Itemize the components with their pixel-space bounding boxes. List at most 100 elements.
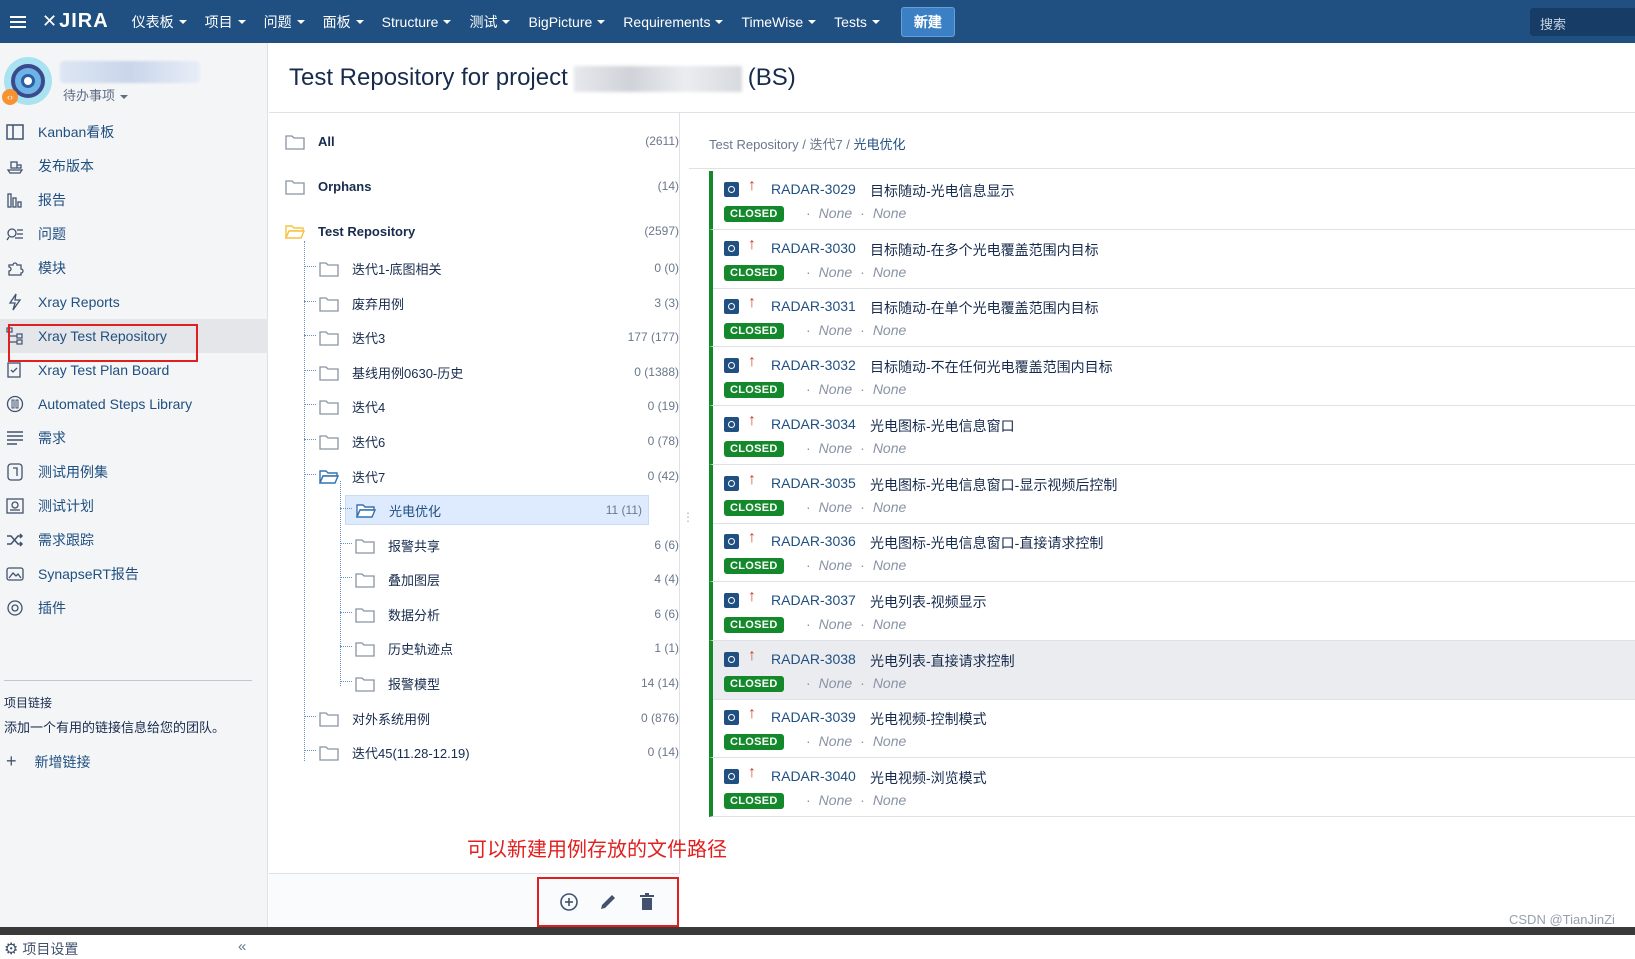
tree-folder-label: 光电优化 xyxy=(389,503,442,519)
tree-folder[interactable]: 报警共享 6 (6) xyxy=(355,530,685,560)
sidebar-item-synapsert-reports[interactable]: SynapseRT报告 xyxy=(0,557,268,591)
breadcrumb-root[interactable]: Test Repository xyxy=(709,137,799,152)
add-link-button[interactable]: + 新增链接 xyxy=(6,751,91,772)
nav-tests[interactable]: Tests xyxy=(825,0,889,43)
tree-folder-orphans[interactable]: Orphans (14) xyxy=(285,171,685,201)
tree-guide-line xyxy=(304,266,316,267)
add-folder-icon[interactable] xyxy=(557,890,581,914)
sidebar-item-addons[interactable]: 插件 xyxy=(0,591,268,625)
issue-key-link[interactable]: RADAR-3030 xyxy=(771,240,856,256)
jira-logo[interactable]: ✕ JIRA xyxy=(42,10,109,33)
nav-test[interactable]: 测试 xyxy=(460,0,519,43)
tree-folder-selected[interactable]: 光电优化 11 (11) xyxy=(345,495,649,525)
project-board-selector[interactable]: 待办事项 xyxy=(63,85,129,104)
issue-key-link[interactable]: RADAR-3029 xyxy=(771,181,856,197)
tree-folder-count: 14 (14) xyxy=(640,676,679,690)
tree-folder[interactable]: 迭代3 177 (177) xyxy=(319,322,685,352)
issue-key-link[interactable]: RADAR-3036 xyxy=(771,533,856,549)
issue-key-link[interactable]: RADAR-3031 xyxy=(771,298,856,314)
issue-meta: · None · None xyxy=(806,615,907,632)
test-list-item[interactable]: ↑ RADAR-3029 目标随动-光电信息显示 CLOSED · None · None xyxy=(709,171,1635,230)
nav-structure[interactable]: Structure xyxy=(373,0,461,43)
nav-requirements[interactable]: Requirements xyxy=(614,0,732,43)
project-avatar[interactable]: ‹› xyxy=(2,57,52,105)
nav-timewise[interactable]: TimeWise xyxy=(732,0,825,43)
tree-folder[interactable]: 迭代6 0 (78) xyxy=(319,426,685,456)
nav-dashboards[interactable]: 仪表板 xyxy=(123,0,196,43)
test-list-item[interactable]: ↑ RADAR-3032 目标随动-不在任何光电覆盖范围内目标 CLOSED · None… xyxy=(709,347,1635,407)
app-switcher-icon[interactable] xyxy=(0,0,36,43)
edit-pencil-icon[interactable] xyxy=(596,890,620,914)
tree-folder-label: 迭代45(11.28-12.19) xyxy=(352,745,470,761)
tree-folder-all[interactable]: All (2611) xyxy=(285,126,685,156)
tree-guide-line xyxy=(340,646,352,647)
sidebar-item-requirements[interactable]: 需求 xyxy=(0,421,268,455)
test-list-item[interactable]: ↑ RADAR-3031 目标随动-在单个光电覆盖范围内目标 CLOSED · None ·… xyxy=(709,288,1635,348)
sidebar-item-kanban[interactable]: Kanban看板 xyxy=(0,115,268,149)
nav-boards[interactable]: 面板 xyxy=(314,0,373,43)
sidebar-item-traceability[interactable]: 需求跟踪 xyxy=(0,523,268,557)
tree-folder[interactable]: 迭代45(11.28-12.19) 0 (14) xyxy=(319,737,685,767)
sidebar-item-xray-reports[interactable]: Xray Reports xyxy=(0,285,268,319)
priority-high-icon: ↑ xyxy=(748,705,756,723)
issue-key-link[interactable]: RADAR-3035 xyxy=(771,475,856,491)
issue-key-link[interactable]: RADAR-3032 xyxy=(771,357,856,373)
tree-folder[interactable]: 迭代4 0 (19) xyxy=(319,391,685,421)
sidebar-item-releases[interactable]: 发布版本 xyxy=(0,149,268,183)
test-list-item[interactable]: ↑ RADAR-3038 光电列表-直接请求控制 CLOSED · None · None xyxy=(709,640,1635,700)
test-list-item[interactable]: ↑ RADAR-3036 光电图标-光电信息窗口-直接请求控制 CLOSED · None… xyxy=(709,523,1635,583)
sidebar-item-issues[interactable]: 问题 xyxy=(0,217,268,251)
tree-folder[interactable]: 迭代7 0 (42) xyxy=(318,461,685,491)
chevron-down-icon xyxy=(715,19,724,24)
tree-folder[interactable]: 叠加图层 4 (4) xyxy=(355,564,685,594)
collapse-sidebar-icon[interactable]: « xyxy=(238,938,246,955)
issue-key-link[interactable]: RADAR-3038 xyxy=(771,651,856,667)
sidebar-item-reports[interactable]: 报告 xyxy=(0,183,268,217)
test-type-icon xyxy=(724,240,739,256)
test-list-item[interactable]: ↑ RADAR-3040 光电视频-浏览模式 CLOSED · None · None xyxy=(709,758,1635,817)
test-list-item[interactable]: ↑ RADAR-3037 光电列表-视频显示 CLOSED · None · None xyxy=(709,581,1635,641)
issue-key-link[interactable]: RADAR-3040 xyxy=(771,768,856,784)
issue-summary: 目标随动-不在任何光电覆盖范围内目标 xyxy=(870,359,1113,376)
sidebar-item-automated-steps-library[interactable]: Automated Steps Library xyxy=(0,387,268,421)
project-settings-link[interactable]: ⚙ 项目设置 xyxy=(4,939,78,959)
test-list-item[interactable]: ↑ RADAR-3030 目标随动-在多个光电覆盖范围内目标 CLOSED · None ·… xyxy=(709,229,1635,289)
tree-folder[interactable]: 报警模型 14 (14) xyxy=(355,668,685,698)
folder-icon xyxy=(355,607,375,623)
tree-folder[interactable]: 基线用例0630-历史 0 (1388) xyxy=(319,357,685,387)
tree-folder[interactable]: 对外系统用例 0 (876) xyxy=(319,703,685,733)
nav-bigpicture[interactable]: BigPicture xyxy=(519,0,614,43)
test-list-item[interactable]: ↑ RADAR-3039 光电视频-控制模式 CLOSED · None · None xyxy=(709,699,1635,759)
tree-folder-test-repository[interactable]: Test Repository (2597) xyxy=(284,216,685,246)
nav-projects[interactable]: 项目 xyxy=(196,0,255,43)
tree-folder-label: 迭代7 xyxy=(352,469,386,485)
tree-folder[interactable]: 历史轨迹点 1 (1) xyxy=(355,633,685,663)
sidebar-item-components[interactable]: 模块 xyxy=(0,251,268,285)
issue-meta: · None · None xyxy=(806,733,907,750)
annotation-highlight-box xyxy=(8,324,198,362)
sidebar-item-test-sets[interactable]: 测试用例集 xyxy=(0,455,268,489)
issue-key-link[interactable]: RADAR-3034 xyxy=(771,416,856,432)
test-list-item[interactable]: ↑ RADAR-3035 光电图标-光电信息窗口-显示视频后控制 CLOSED · Non… xyxy=(709,464,1635,524)
tree-folder-count: 177 (177) xyxy=(627,330,679,344)
breadcrumb-current[interactable]: 光电优化 xyxy=(854,137,906,152)
tree-folder[interactable]: 迭代1-底图相关 0 (0) xyxy=(319,253,685,283)
search-input[interactable]: 搜索 xyxy=(1530,8,1635,36)
chevron-down-icon xyxy=(296,19,305,24)
test-repository-tree: All (2611) Orphans (14) Test Repository (2597… xyxy=(269,113,680,873)
create-button[interactable]: 新建 xyxy=(900,6,955,37)
issue-key-link[interactable]: RADAR-3039 xyxy=(771,709,856,725)
sidebar-item-test-plans[interactable]: 测试计划 xyxy=(0,489,268,523)
tree-folder[interactable]: 废弃用例 3 (3) xyxy=(319,288,685,318)
issue-key-link[interactable]: RADAR-3037 xyxy=(771,592,856,608)
tree-folder-label: Orphans xyxy=(318,178,372,194)
breadcrumb-mid[interactable]: 迭代7 xyxy=(809,137,842,152)
nav-issues[interactable]: 问题 xyxy=(255,0,314,43)
project-name-redacted xyxy=(573,65,742,92)
issue-summary: 光电列表-视频显示 xyxy=(870,593,987,610)
trash-icon[interactable] xyxy=(635,890,659,914)
test-list-item[interactable]: ↑ RADAR-3034 光电图标-光电信息窗口 CLOSED · None · None xyxy=(709,405,1635,465)
panel-resize-handle[interactable]: ⋮ xyxy=(682,510,694,524)
tree-folder[interactable]: 数据分析 6 (6) xyxy=(355,599,685,629)
folder-icon xyxy=(285,134,305,150)
